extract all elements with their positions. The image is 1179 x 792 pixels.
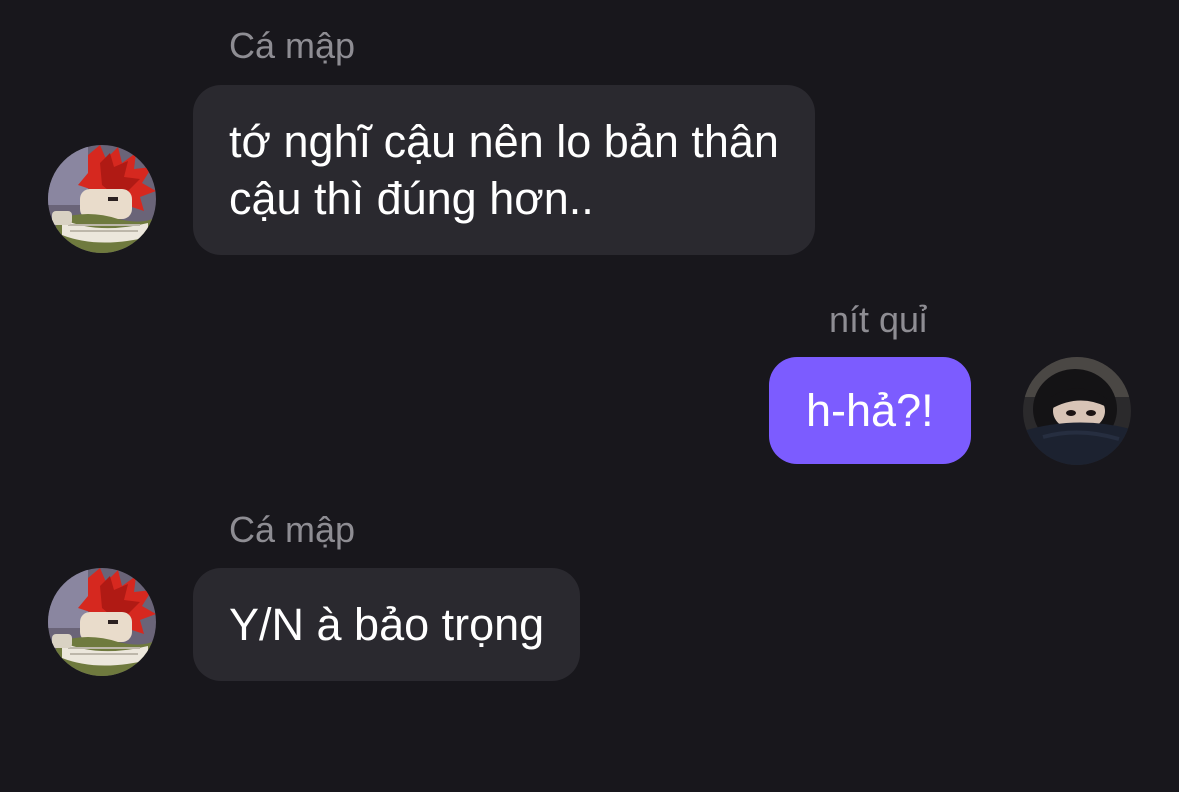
message-bubble[interactable]: Y/N à bảo trọng <box>193 568 581 681</box>
sender-name: Cá mập <box>229 509 356 550</box>
message-bubble[interactable]: h-hả?! <box>769 357 971 464</box>
message-text-line: cậu thì đúng hơn.. <box>229 173 594 224</box>
sender-name: nít quỉ <box>829 299 928 340</box>
sender-avatar[interactable] <box>48 568 156 676</box>
red-spiky-hair-anime-avatar-icon <box>48 145 156 253</box>
message-text-line: tớ nghĩ cậu nên lo bản thân <box>229 116 779 167</box>
sender-avatar[interactable] <box>48 145 156 253</box>
message-text-line: Y/N à bảo trọng <box>229 599 545 650</box>
dark-hair-girl-photo-avatar-icon <box>1023 357 1131 465</box>
message-bubble[interactable]: tớ nghĩ cậu nên lo bản thân cậu thì đúng… <box>193 85 815 255</box>
sender-avatar[interactable] <box>1023 357 1131 465</box>
sender-name: Cá mập <box>229 25 356 66</box>
red-spiky-hair-anime-avatar-icon <box>48 568 156 676</box>
message-text-line: h-hả?! <box>806 385 934 436</box>
